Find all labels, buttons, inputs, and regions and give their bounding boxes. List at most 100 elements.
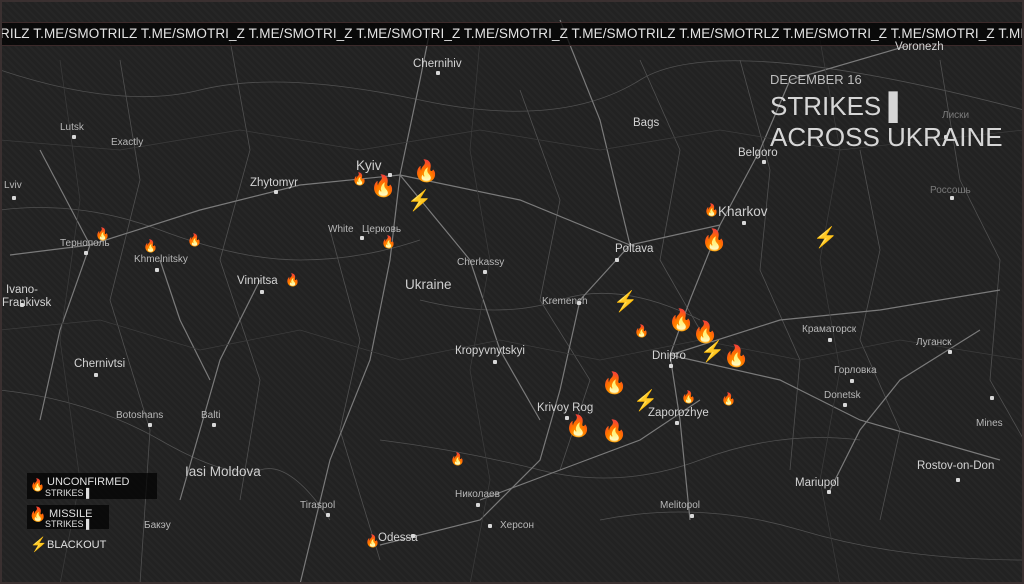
missile-strike-icon[interactable]: 🔥 — [601, 373, 627, 394]
city-dot — [84, 251, 88, 255]
city-dot — [577, 301, 581, 305]
legend-missile-sub: STRIKES ▌ — [45, 519, 93, 529]
city-dot — [12, 196, 16, 200]
unconfirmed-strike-icon[interactable]: 🔥 — [187, 234, 202, 246]
city-label-kharkov: Kharkov — [718, 204, 768, 219]
city-label-herson: Херсон — [500, 520, 534, 531]
missile-strike-icon[interactable]: 🔥 — [413, 161, 439, 182]
missile-strike-icon[interactable]: 🔥 — [565, 416, 591, 437]
blackout-icon[interactable]: ⚡ — [813, 228, 838, 248]
highway — [669, 224, 721, 521]
city-label-chernihiv: Chernihiv — [413, 58, 462, 70]
unconfirmed-strike-icon[interactable]: 🔥 — [721, 393, 736, 405]
oblast-border — [219, 39, 261, 501]
city-dot — [956, 478, 960, 482]
strike-map: RILZ T.ME/SMOTRILZ T.ME/SMOTRI_Z T.ME/SM… — [0, 0, 1024, 584]
city-dot — [436, 71, 440, 75]
city-label-melitopol: Melitopol — [660, 500, 701, 511]
city-label-bags: Bags — [633, 117, 660, 129]
city-label-mines: Mines — [976, 418, 1003, 429]
city-dot — [274, 190, 278, 194]
city-dot — [948, 350, 952, 354]
blackout-icon[interactable]: ⚡ — [407, 191, 432, 211]
city-label-exactly: Exactly — [111, 137, 144, 148]
city-dot — [94, 373, 98, 377]
city-label-chernivtsi: Chernivtsi — [74, 358, 126, 370]
city-dot — [950, 196, 954, 200]
city-dot — [828, 338, 832, 342]
map-label-ukraine: Ukraine — [405, 277, 452, 292]
title-date: DECEMBER 16 — [770, 72, 862, 87]
unconfirmed-strike-icon[interactable]: 🔥 — [681, 391, 696, 403]
city-dot — [20, 303, 24, 307]
oblast-border — [599, 511, 1024, 561]
unconfirmed-strike-icon[interactable]: 🔥 — [285, 274, 300, 286]
city-label-zhytomyr: Zhytomyr — [250, 177, 298, 189]
legend-unconfirmed-label: UNCONFIRMED — [47, 476, 130, 488]
blackout-icon[interactable]: ⚡ — [633, 391, 658, 411]
unconfirmed-strike-icon[interactable]: 🔥 — [381, 236, 396, 248]
city-dot — [72, 135, 76, 139]
legend-blackout-label: BLACKOUT — [47, 539, 107, 551]
city-label-mariupol: Mariupol — [795, 477, 840, 489]
unconfirmed-strike-icon[interactable]: 🔥 — [95, 228, 110, 240]
city-label-bakau: Бакэу — [144, 520, 171, 531]
highway — [39, 149, 91, 421]
city-label-botoshans: Botoshans — [116, 410, 164, 421]
city-dot — [360, 236, 364, 240]
legend-unconfirmed-sub: STRIKES ▌ — [45, 488, 93, 498]
city-label-krivoy-rog: Krivoy Rog — [537, 402, 594, 414]
city-label-kropyvnytskyi: Кropyvnytskyi — [455, 345, 525, 357]
city-label-lviv: Lviv — [4, 180, 22, 191]
city-label-ivano-1: Ivano- — [6, 284, 38, 296]
city-dot — [827, 490, 831, 494]
city-dot — [615, 258, 619, 262]
city-label-rostov: Rostov-on-Don — [917, 460, 995, 472]
city-label-khmelnitsky: Khmelnitsky — [134, 254, 188, 265]
missile-strike-icon[interactable]: 🔥 — [668, 310, 694, 331]
city-label-cherkassy: Cherkassy — [457, 257, 505, 268]
highway — [399, 174, 721, 246]
city-dot — [669, 364, 673, 368]
blackout-icon[interactable]: ⚡ — [700, 342, 725, 362]
city-label-dnipro: Dnipro — [652, 350, 686, 362]
missile-strike-icon[interactable]: 🔥 — [692, 322, 718, 343]
missile-strike-icon[interactable]: 🔥 — [601, 421, 627, 442]
city-dot — [411, 534, 415, 538]
city-dot — [762, 160, 766, 164]
unconfirmed-strike-icon[interactable]: 🔥 — [634, 325, 649, 337]
city-label-white: White — [328, 224, 354, 235]
city-dot — [990, 396, 994, 400]
blackout-icon[interactable]: ⚡ — [613, 292, 638, 312]
city-dot — [843, 403, 847, 407]
city-dot — [488, 524, 492, 528]
city-dot — [326, 513, 330, 517]
legend-missile-icon: 🔥 — [29, 506, 47, 522]
unconfirmed-strike-icon[interactable]: 🔥 — [352, 173, 367, 185]
city-label-tserkva: Церковь — [362, 224, 402, 235]
legend-blackout-icon: ⚡ — [30, 536, 48, 552]
city-label-mykolaiv: Николаев — [455, 489, 500, 500]
city-label-voronezh: Voronezh — [895, 41, 944, 53]
unconfirmed-strike-icon[interactable]: 🔥 — [365, 535, 380, 547]
city-label-belgorod: Belgoro — [738, 147, 778, 159]
unconfirmed-strike-icon[interactable]: 🔥 — [450, 453, 465, 465]
oblast-border — [859, 149, 901, 521]
city-label-iasi: Iasi Moldova — [185, 464, 261, 479]
city-label-balti: Balti — [201, 410, 221, 421]
unconfirmed-strike-icon[interactable]: 🔥 — [143, 240, 158, 252]
city-dot — [155, 268, 159, 272]
unconfirmed-strike-icon[interactable]: 🔥 — [704, 204, 719, 216]
city-label-rossosh: Россошь — [930, 185, 971, 196]
missile-strike-icon[interactable]: 🔥 — [723, 346, 749, 367]
missile-strike-icon[interactable]: 🔥 — [370, 176, 396, 197]
city-label-vinnitsa: Vinnitsa — [237, 275, 278, 287]
title-line-1: STRIKES ▌ — [770, 91, 907, 121]
city-label-kyiv: Kyiv — [356, 158, 382, 173]
oblast-border — [639, 59, 701, 331]
oblast-border — [0, 207, 421, 261]
city-dot — [260, 290, 264, 294]
city-label-liski: Лиски — [942, 110, 970, 121]
missile-strike-icon[interactable]: 🔥 — [701, 230, 727, 251]
watermark-banner: RILZ T.ME/SMOTRILZ T.ME/SMOTRI_Z T.ME/SM… — [0, 22, 1024, 46]
